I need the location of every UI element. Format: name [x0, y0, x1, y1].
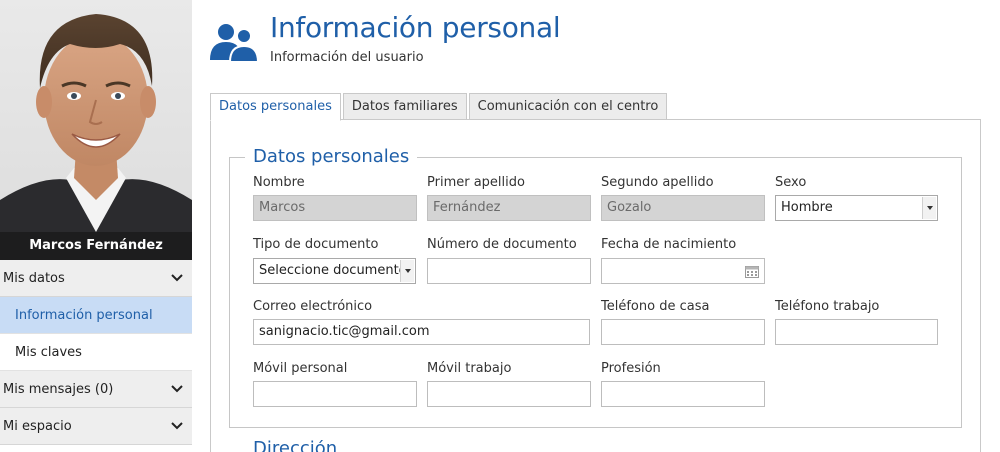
telefono-trabajo-label: Teléfono trabajo — [775, 299, 880, 314]
movil-trabajo-field[interactable] — [427, 381, 591, 407]
sidebar: Marcos Fernández Mis datos Información p… — [0, 0, 192, 452]
tipo-documento-selected-value: Seleccione documento — [259, 263, 407, 278]
sidebar-item-informacion-personal[interactable]: Información personal — [0, 297, 192, 334]
nombre-field: Marcos — [253, 195, 417, 221]
tipo-documento-label: Tipo de documento — [253, 237, 379, 252]
numero-documento-label: Número de documento — [427, 237, 577, 252]
movil-trabajo-label: Móvil trabajo — [427, 361, 512, 376]
menu-section-mis-mensajes[interactable]: Mis mensajes (0) — [0, 371, 192, 408]
sidebar-item-label: Mis claves — [15, 344, 82, 360]
movil-personal-label: Móvil personal — [253, 361, 348, 376]
sexo-label: Sexo — [775, 175, 807, 190]
page-subtitle: Información del usuario — [270, 50, 424, 65]
menu-section-label: Mis datos — [3, 270, 65, 286]
users-icon — [210, 24, 260, 62]
segundo-apellido-field: Gozalo — [601, 195, 765, 221]
sidebar-item-label: Información personal — [15, 307, 153, 323]
tab-datos-familiares[interactable]: Datos familiares — [342, 93, 467, 120]
dropdown-arrow-icon — [400, 260, 414, 282]
telefono-trabajo-field[interactable] — [775, 319, 938, 345]
tab-comunicacion-centro[interactable]: Comunicación con el centro — [468, 93, 668, 120]
tab-datos-personales[interactable]: Datos personales — [210, 93, 341, 121]
menu-section-mi-espacio[interactable]: Mi espacio — [0, 408, 192, 445]
correo-field[interactable]: sanignacio.tic@gmail.com — [253, 319, 590, 345]
calendar-icon[interactable] — [745, 265, 759, 278]
fecha-nacimiento-field[interactable] — [601, 258, 765, 284]
primer-apellido-field: Fernández — [427, 195, 591, 221]
primer-apellido-label: Primer apellido — [427, 175, 525, 190]
sexo-selected-value: Hombre — [781, 200, 833, 215]
tab-bar: Datos personales Datos familiares Comuni… — [210, 93, 669, 121]
movil-personal-field[interactable] — [253, 381, 417, 407]
user-photo: Marcos Fernández — [0, 0, 192, 260]
profesion-field[interactable] — [601, 381, 765, 407]
menu-section-label: Mis mensajes (0) — [3, 381, 114, 397]
fecha-nacimiento-label: Fecha de nacimiento — [601, 237, 737, 252]
chevron-down-icon — [171, 274, 183, 282]
direccion-legend: Dirección — [245, 440, 346, 452]
user-name: Marcos Fernández — [0, 232, 192, 260]
numero-documento-field[interactable] — [427, 258, 591, 284]
telefono-casa-label: Teléfono de casa — [601, 299, 710, 314]
dropdown-arrow-icon — [922, 197, 936, 219]
chevron-down-icon — [171, 422, 183, 430]
fieldset-legend: Datos personales — [245, 146, 418, 167]
sexo-select[interactable]: Hombre — [775, 195, 938, 221]
profesion-label: Profesión — [601, 361, 661, 376]
segundo-apellido-label: Segundo apellido — [601, 175, 714, 190]
avatar-image — [0, 14, 192, 260]
sidebar-item-mis-claves[interactable]: Mis claves — [0, 334, 192, 371]
menu-section-label: Mi espacio — [3, 418, 72, 434]
chevron-down-icon — [171, 385, 183, 393]
menu-section-mis-datos[interactable]: Mis datos — [0, 260, 192, 297]
telefono-casa-field[interactable] — [601, 319, 765, 345]
correo-label: Correo electrónico — [253, 299, 373, 314]
tipo-documento-select[interactable]: Seleccione documento — [253, 258, 416, 284]
page-title: Información personal — [270, 11, 561, 44]
nombre-label: Nombre — [253, 175, 305, 190]
